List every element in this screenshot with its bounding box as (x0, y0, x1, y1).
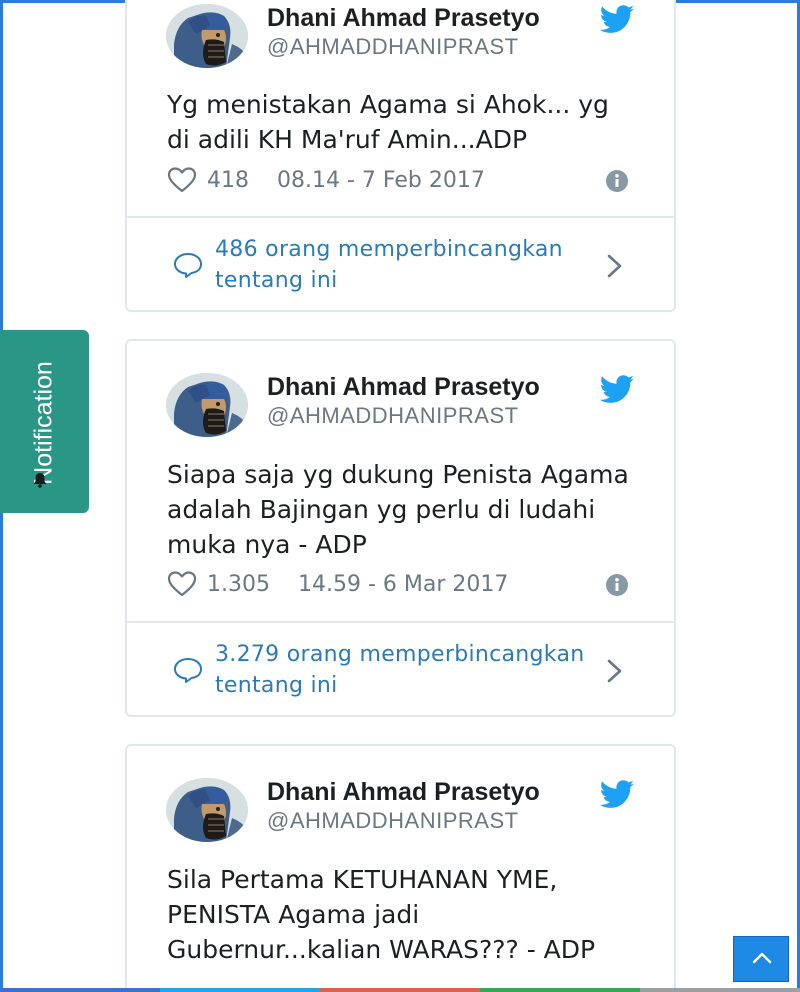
tweet-card-2[interactable]: Dhani Ahmad Prasetyo @AHMADDHANIPRAST Si… (125, 339, 676, 717)
notification-label: Notification (29, 361, 58, 485)
info-icon[interactable] (605, 573, 629, 597)
bell-icon (33, 473, 47, 488)
avatar[interactable] (166, 4, 248, 68)
discussion-link[interactable]: 486 orang memperbincangkan tentang ini (127, 218, 674, 310)
like-count: 418 (207, 167, 249, 193)
tweet-text: Sila Pertama KETUHANAN YME, PENISTA Agam… (167, 865, 596, 964)
speech-bubble-icon (174, 253, 202, 278)
like-count: 1.305 (207, 571, 270, 597)
tweet-card-3[interactable]: Dhani Ahmad Prasetyo @AHMADDHANIPRAST Si… (125, 744, 676, 992)
tweet-timestamp[interactable]: 08.14 - 7 Feb 2017 (277, 168, 485, 193)
author-handle[interactable]: @AHMADDHANIPRAST (267, 808, 519, 834)
author-handle[interactable]: @AHMADDHANIPRAST (267, 403, 519, 429)
discussion-text[interactable]: 486 orang memperbincangkan tentang ini (215, 234, 600, 296)
tweet-card-1[interactable]: Dhani Ahmad Prasetyo @AHMADDHANIPRAST Yg… (125, 0, 676, 312)
tweet-timestamp[interactable]: 14.59 - 6 Mar 2017 (298, 572, 508, 597)
speech-bubble-icon (174, 658, 202, 683)
chevron-right-icon (607, 659, 622, 683)
tweet-meta: 418 08.14 - 7 Feb 2017 (167, 165, 637, 195)
chevron-right-icon (607, 254, 622, 278)
heart-icon[interactable] (167, 166, 197, 194)
avatar[interactable] (166, 778, 248, 842)
author-name[interactable]: Dhani Ahmad Prasetyo (267, 778, 540, 807)
twitter-bird-icon[interactable] (599, 779, 635, 809)
heart-icon[interactable] (167, 570, 197, 598)
tweet-meta: 1.305 14.59 - 6 Mar 2017 (167, 569, 637, 599)
tweet-text: Siapa saja yg dukung Penista Agama adala… (167, 460, 629, 559)
discussion-link[interactable]: 3.279 orang memperbincangkan tentang ini (127, 623, 674, 715)
bottom-color-strip (0, 988, 800, 992)
twitter-bird-icon[interactable] (599, 374, 635, 404)
discussion-text[interactable]: 3.279 orang memperbincangkan tentang ini (215, 639, 600, 701)
author-handle[interactable]: @AHMADDHANIPRAST (267, 34, 519, 60)
info-icon[interactable] (605, 169, 629, 193)
avatar[interactable] (166, 373, 248, 437)
twitter-bird-icon[interactable] (599, 4, 635, 34)
chevron-up-icon (752, 952, 772, 964)
tweet-text: Yg menistakan Agama si Ahok... yg di adi… (167, 90, 609, 154)
author-name[interactable]: Dhani Ahmad Prasetyo (267, 4, 540, 33)
author-name[interactable]: Dhani Ahmad Prasetyo (267, 373, 540, 402)
scroll-to-top-button[interactable] (733, 936, 789, 982)
